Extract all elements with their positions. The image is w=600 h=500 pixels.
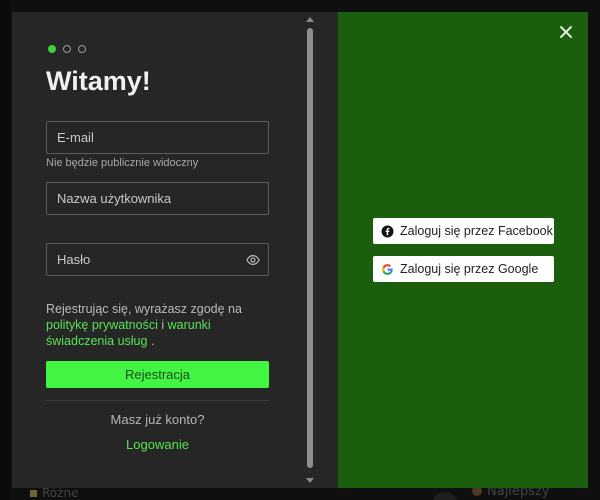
facebook-icon (381, 225, 394, 237)
google-icon (382, 263, 393, 275)
username-placeholder: Nazwa użytkownika (57, 191, 172, 206)
scroll-up-icon[interactable] (306, 17, 314, 22)
modal-title: Witamy! (46, 66, 151, 96)
password-field[interactable]: Hasło (46, 243, 269, 276)
google-login-button[interactable]: Zaloguj się przez Google (373, 256, 554, 282)
scroll-down-icon[interactable] (306, 478, 314, 483)
scrollbar[interactable] (302, 12, 318, 488)
divider (46, 400, 269, 401)
step-dot-1 (48, 45, 56, 53)
have-account-text: Masz już konto? (110, 412, 205, 427)
register-button[interactable]: Rejestracja (46, 361, 269, 388)
step-indicator (48, 45, 86, 53)
password-placeholder: Hasło (57, 252, 91, 267)
signup-modal: Witamy! E-mail Nie będzie publicznie wid… (12, 12, 588, 488)
google-login-label: Zaloguj się przez Google (400, 262, 539, 276)
privacy-policy-link[interactable]: politykę prywatności (46, 318, 158, 332)
email-hint: Nie będzie publicznie widoczny (46, 157, 199, 169)
scroll-thumb[interactable] (307, 28, 313, 468)
terms-text: Rejestrując się, wyrażasz zgodę na polit… (46, 302, 242, 348)
username-field[interactable]: Nazwa użytkownika (46, 182, 269, 215)
social-login-panel: Zaloguj się przez Facebook Zaloguj się p… (338, 12, 588, 488)
signup-form-panel: Witamy! E-mail Nie będzie publicznie wid… (12, 12, 338, 488)
login-link[interactable]: Logowanie (46, 437, 269, 452)
eye-icon[interactable] (246, 253, 260, 267)
facebook-login-label: Zaloguj się przez Facebook (400, 224, 553, 238)
email-placeholder: E-mail (57, 130, 94, 145)
email-field[interactable]: E-mail (46, 121, 269, 154)
step-dot-3 (78, 45, 86, 53)
facebook-login-button[interactable]: Zaloguj się przez Facebook (373, 218, 554, 244)
step-dot-2 (63, 45, 71, 53)
close-icon[interactable] (558, 24, 574, 40)
